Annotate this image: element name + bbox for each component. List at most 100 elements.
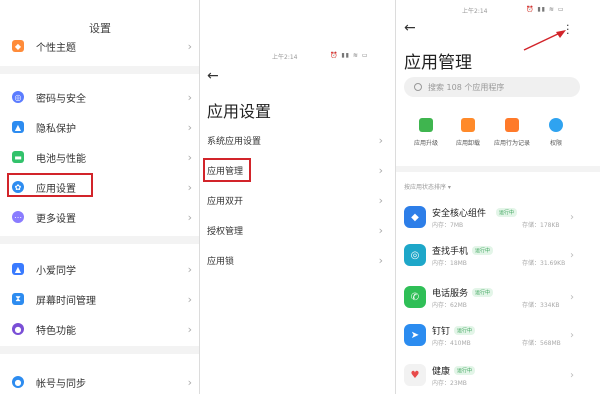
settings-item-label: 电池与性能 [36,153,86,165]
settings-item-label: 隐私保护 [36,123,76,135]
menu-item-app-lock[interactable]: 应用锁 › [207,251,383,269]
highlight-box [7,173,93,197]
settings-item-label: 密码与安全 [36,93,86,105]
app-storage: 存储：31.69KB [522,260,566,267]
status-badge: 运行中 [454,366,476,375]
chevron-right-icon: › [187,210,192,224]
status-time: 上午2:14 [272,54,298,61]
status-badge: 运行中 [454,326,476,335]
record-icon [505,118,519,132]
tool-app-upgrade[interactable]: 应用升级 [406,118,446,147]
arrow-head [556,30,566,38]
app-storage: 存储：178KB [522,222,560,229]
app-memory: 内存：7MB [432,222,464,229]
menu-item-dual-apps[interactable]: 应用双开 › [207,191,383,209]
battery-icon: ▬ [12,151,24,163]
section-divider [0,346,200,354]
app-row-find-phone[interactable]: ◎ 查找手机 运行中 内存：18MB 存储：31.69KB › [404,242,584,272]
status-time: 上午2:14 [462,8,488,15]
settings-item-label: 更多设置 [36,213,76,225]
chevron-right-icon: › [187,375,192,389]
chevron-right-icon: › [378,163,383,177]
app-memory: 内存：18MB [432,260,467,267]
settings-panel: 设置 ◆ 个性主题 › ◎ 密码与安全 › ▲ 隐私保护 › ▬ 电池与性能 ›… [0,0,200,394]
sort-dropdown[interactable]: 按应用状态排序 ▾ [404,182,451,191]
settings-item-label: 屏幕时间管理 [36,295,96,307]
chevron-right-icon: › [378,133,383,147]
tool-permissions[interactable]: 权限 [536,118,576,147]
chevron-right-icon: › [570,370,574,381]
back-arrow-icon[interactable]: ← [207,68,219,84]
settings-item-privacy[interactable]: ▲ 隐私保护 › [12,117,192,137]
chevron-right-icon: › [570,212,574,223]
search-input[interactable]: 搜索 108 个应用程序 [404,77,580,97]
app-row-health[interactable]: ♥ 健康 运行中 内存：23MB › [404,362,584,392]
app-name: 查找手机 [432,247,469,257]
menu-item-label: 授权管理 [207,226,244,237]
settings-item-battery[interactable]: ▬ 电池与性能 › [12,147,192,167]
upgrade-icon [419,118,433,132]
chevron-right-icon: › [187,262,192,276]
app-row-phone-service[interactable]: ✆ 电话服务 运行中 内存：62MB 存储：334KB › [404,284,584,314]
app-icon: ➤ [404,324,426,346]
app-row-security[interactable]: ◆ 安全核心组件 运行中 内存：7MB 存储：178KB › [404,204,584,234]
settings-item-xiaoai[interactable]: ▲ 小爱同学 › [12,259,192,279]
settings-item-password[interactable]: ◎ 密码与安全 › [12,87,192,107]
search-icon [414,83,422,91]
back-arrow-icon[interactable]: ← [404,20,416,36]
settings-item-screen-time[interactable]: ⧗ 屏幕时间管理 › [12,289,192,309]
settings-item-theme[interactable]: ◆ 个性主题 › [12,36,192,56]
tool-label: 应用卸载 [455,140,480,147]
settings-item-label: 个性主题 [36,42,76,54]
app-icon: ◎ [404,244,426,266]
settings-item-features[interactable]: ● 特色功能 › [12,319,192,339]
chevron-right-icon: › [187,180,192,194]
chevron-right-icon: › [378,253,383,267]
app-icon: ♥ [404,364,426,386]
settings-item-account[interactable]: ● 帐号与同步 › [12,372,192,392]
tool-label: 应用升级 [413,140,438,147]
menu-item-label: 系统应用设置 [207,136,262,147]
status-badge: 运行中 [496,208,518,217]
chevron-right-icon: › [378,193,383,207]
fingerprint-icon: ◎ [12,91,24,103]
app-icon: ✆ [404,286,426,308]
chevron-right-icon: › [570,292,574,303]
tool-app-uninstall[interactable]: 应用卸载 [448,118,488,147]
section-divider [0,236,200,244]
page-title: 设置 [89,22,111,35]
chevron-right-icon: › [570,330,574,341]
app-name: 安全核心组件 [432,209,487,219]
page-title: 应用管理 [404,53,472,73]
menu-item-permissions[interactable]: 授权管理 › [207,221,383,239]
status-badge: 运行中 [472,246,494,255]
annotation-arrow [523,30,566,51]
chevron-right-icon: › [187,322,192,336]
app-name: 健康 [432,367,451,377]
tool-app-behavior[interactable]: 应用行为记录 [492,118,532,147]
more-icon: ⋯ [12,211,24,223]
person-icon: ● [12,376,24,388]
hourglass-icon: ⧗ [12,293,24,305]
menu-item-label: 应用锁 [207,256,235,267]
trash-icon [461,118,475,132]
section-divider [0,66,200,74]
settings-item-label: 特色功能 [36,325,76,337]
app-settings-top-gap [200,0,395,46]
chevron-right-icon: › [187,120,192,134]
app-icon: ◆ [404,206,426,228]
theme-icon: ◆ [12,40,24,52]
tool-label: 应用行为记录 [493,140,530,147]
menu-item-label: 应用双开 [207,196,244,207]
settings-item-more[interactable]: ⋯ 更多设置 › [12,207,192,227]
arrow-line [523,31,563,51]
app-memory: 内存：62MB [432,302,467,309]
potion-icon: ● [12,323,24,335]
permission-icon [549,118,563,132]
page-title: 应用设置 [207,102,272,121]
app-memory: 内存：23MB [432,380,467,387]
app-row-dingtalk[interactable]: ➤ 钉钉 运行中 内存：410MB 存储：568MB › [404,322,584,352]
chevron-right-icon: › [378,223,383,237]
menu-item-system-apps[interactable]: 系统应用设置 › [207,131,383,149]
assistant-icon: ▲ [12,263,24,275]
